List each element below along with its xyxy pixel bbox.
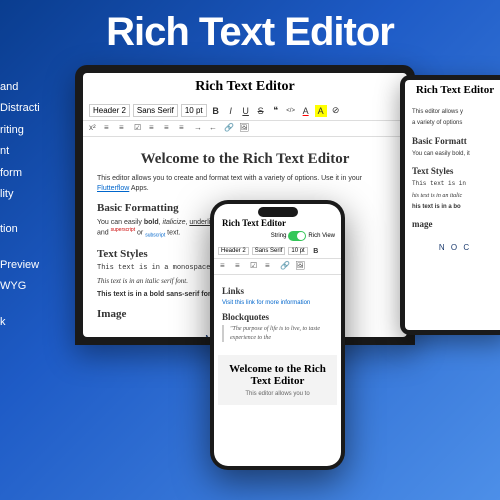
tablet-bold: his text is in a bo: [412, 203, 498, 211]
features-list: and Distracti riting nt form lity tion P…: [0, 80, 70, 336]
preview-heading: Welcome to the Rich Text Editor: [226, 363, 329, 387]
bg-color-icon[interactable]: A: [315, 105, 327, 117]
hero-title: Rich Text Editor: [0, 0, 500, 59]
phone-check-icon[interactable]: ☑: [250, 261, 261, 272]
tablet-content[interactable]: This editor allows y a variety of option…: [405, 100, 500, 265]
feature-item: and: [0, 80, 70, 95]
superscript-icon[interactable]: x²: [89, 123, 100, 134]
font-dropdown[interactable]: Sans Serif: [133, 104, 178, 117]
image-icon[interactable]: 🖼: [239, 123, 250, 134]
clear-format-icon[interactable]: ⊘: [330, 105, 342, 117]
outdent-icon[interactable]: ←: [209, 123, 220, 134]
tablet-screen: Rich Text Editor This editor allows y a …: [405, 80, 500, 330]
checklist-icon[interactable]: ☑: [134, 123, 145, 134]
flutterflow-link[interactable]: Flutterflow: [97, 185, 129, 192]
preview-text: This editor allows you to: [226, 391, 329, 397]
tablet-logo: N O C: [412, 235, 498, 260]
feature-item: Distracti: [0, 101, 70, 116]
phone-toolbar: Header 2 Sans Serif 10 pt B: [214, 244, 341, 259]
tablet-basic-heading: Basic Formatt: [412, 136, 498, 146]
welcome-heading: Welcome to the Rich Text Editor: [97, 151, 393, 168]
toggle-label-rich: Rich View: [308, 233, 335, 239]
tablet-image-heading: mage: [412, 219, 498, 229]
tablet-mockup: Rich Text Editor This editor allows y a …: [400, 75, 500, 335]
view-toggle: String Rich View: [214, 231, 341, 244]
header-dropdown[interactable]: Header 2: [89, 104, 130, 117]
align-right-icon[interactable]: ≡: [179, 123, 190, 134]
feature-item: lity: [0, 187, 70, 202]
code-icon[interactable]: </>: [285, 105, 297, 117]
feature-item: WYG: [0, 279, 70, 294]
phone-app-title: Rich Text Editor: [222, 218, 286, 228]
text-color-icon[interactable]: A: [300, 105, 312, 117]
feature-item: Preview: [0, 258, 70, 273]
quote-icon[interactable]: ❝: [270, 105, 282, 117]
tablet-app-title: Rich Text Editor: [405, 80, 500, 100]
phone-content[interactable]: Links Visit this link for more informati…: [214, 275, 341, 351]
app-title: Rich Text Editor: [83, 73, 407, 101]
phone-size-dropdown[interactable]: 10 pt: [288, 247, 307, 255]
align-left-icon[interactable]: ≡: [149, 123, 160, 134]
phone-bold-icon[interactable]: B: [311, 246, 321, 256]
phone-mockup: Rich Text Editor String Rich View Header…: [210, 200, 345, 470]
phone-link-icon[interactable]: 🔗: [280, 261, 291, 272]
intro-paragraph: This editor allows you to create and for…: [97, 174, 393, 194]
blockquote-text: "The purpose of life is to live, to tast…: [222, 325, 333, 342]
size-dropdown[interactable]: 10 pt: [181, 104, 207, 117]
links-text: Visit this link for more information: [222, 299, 333, 307]
toggle-label-string: String: [271, 233, 287, 239]
blockquotes-heading: Blockquotes: [222, 312, 333, 322]
feature-item: nt: [0, 144, 70, 159]
align-center-icon[interactable]: ≡: [164, 123, 175, 134]
indent-icon[interactable]: →: [194, 123, 205, 134]
phone-screen: Rich Text Editor String Rich View Header…: [214, 204, 341, 466]
feature-item: k: [0, 315, 70, 330]
toolbar: Header 2 Sans Serif 10 pt B I U S ❝ </> …: [83, 101, 407, 121]
tablet-italic: his text is in an italic: [412, 192, 498, 200]
list-icon[interactable]: ≡: [104, 123, 115, 134]
strike-icon[interactable]: S: [255, 105, 267, 117]
phone-notch: [258, 207, 298, 217]
phone-image-icon[interactable]: 🖼: [295, 261, 306, 272]
phone-header-dropdown[interactable]: Header 2: [218, 247, 249, 255]
feature-item: riting: [0, 123, 70, 138]
view-toggle-switch[interactable]: [288, 231, 306, 241]
phone-list-icon[interactable]: ≡: [220, 261, 231, 272]
tablet-intro: This editor allows y: [412, 108, 498, 116]
phone-olist-icon[interactable]: ≡: [235, 261, 246, 272]
phone-preview-pane: Welcome to the Rich Text Editor This edi…: [218, 355, 337, 405]
underline-icon[interactable]: U: [240, 105, 252, 117]
tablet-intro2: a variety of options: [412, 119, 498, 127]
italic-icon[interactable]: I: [225, 105, 237, 117]
phone-font-dropdown[interactable]: Sans Serif: [252, 247, 286, 255]
ordered-list-icon[interactable]: ≡: [119, 123, 130, 134]
link-icon[interactable]: 🔗: [224, 123, 235, 134]
tablet-styles-heading: Text Styles: [412, 166, 498, 176]
tablet-basic-text: You can easily bold, it: [412, 150, 498, 158]
links-heading: Links: [222, 286, 333, 296]
feature-item: form: [0, 166, 70, 181]
phone-toolbar-2: ≡ ≡ ☑ ≡ 🔗 🖼: [214, 259, 341, 275]
bold-icon[interactable]: B: [210, 105, 222, 117]
phone-align-icon[interactable]: ≡: [265, 261, 276, 272]
tablet-mono: This text is in: [412, 180, 498, 188]
feature-item: tion: [0, 222, 70, 237]
toolbar-row-2: x² ≡ ≡ ☑ ≡ ≡ ≡ → ← 🔗 🖼: [83, 121, 407, 137]
